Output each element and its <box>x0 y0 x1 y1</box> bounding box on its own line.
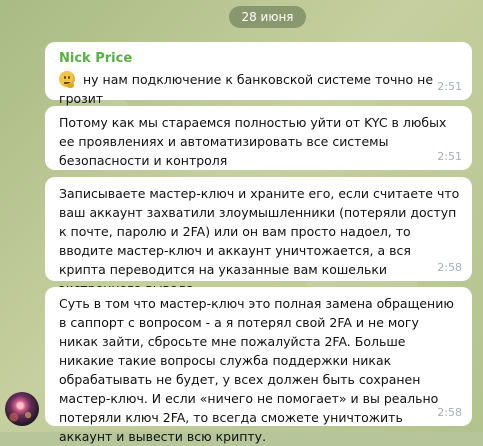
sender-name[interactable]: Nick Price <box>59 49 460 68</box>
message-time: 2:58 <box>437 261 462 274</box>
date-separator: 28 июня <box>229 6 306 28</box>
message-text: Суть в том что мастер-ключ это полная за… <box>59 296 454 444</box>
thinking-face-icon <box>59 71 75 88</box>
message-bubble-1[interactable]: Nick Price ну нам подключение к банковск… <box>45 42 472 106</box>
message-bubble-2[interactable]: Потому как мы стараемся полностью уйти о… <box>45 106 472 170</box>
message-time: 2:51 <box>437 150 462 163</box>
message-bubble-3[interactable]: Записываете мастер-ключ и храните его, е… <box>45 177 472 296</box>
message-time: 2:58 <box>437 406 462 419</box>
message-text: Записываете мастер-ключ и храните его, е… <box>59 186 460 296</box>
message-text: ну нам подключение к банковской системе … <box>59 71 434 106</box>
avatar[interactable] <box>5 392 39 426</box>
message-time: 2:51 <box>437 80 462 93</box>
message-bubble-4[interactable]: Суть в том что мастер-ключ это полная за… <box>45 287 472 444</box>
message-text: Потому как мы стараемся полностью уйти о… <box>59 115 447 168</box>
